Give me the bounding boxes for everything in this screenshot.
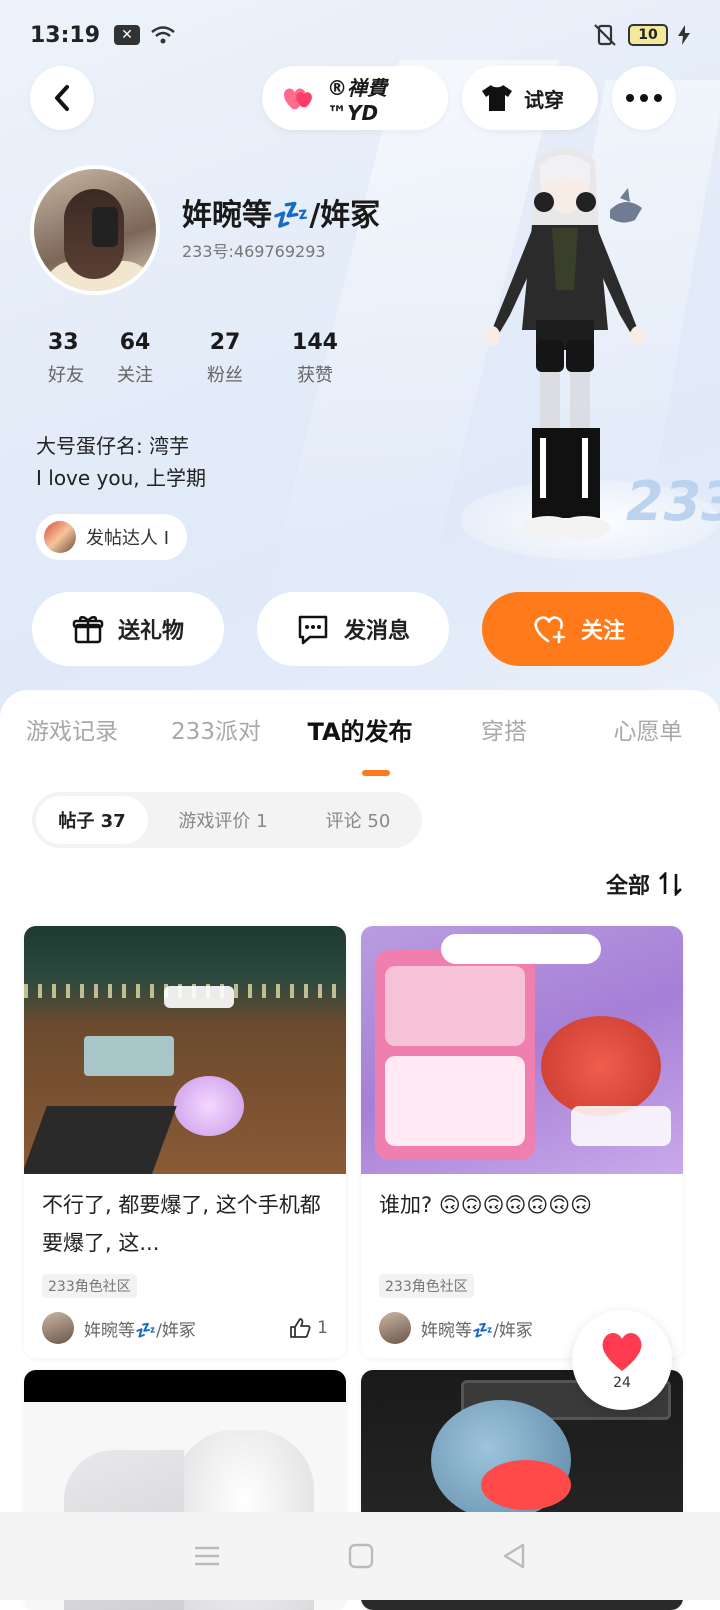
try-on-button[interactable]: 试穿 — [462, 66, 598, 130]
floating-like-count: 24 — [613, 1375, 631, 1391]
badge-label: 发帖达人 I — [86, 528, 170, 549]
status-bar: 13:19 ✕ 10 — [0, 0, 720, 70]
stat-likes[interactable]: 144 获赞 — [270, 330, 360, 387]
partner-badge-button[interactable]: ®禅費™YD — [262, 66, 448, 130]
tab-233-party[interactable]: 233派对 — [144, 710, 288, 754]
home-icon[interactable] — [348, 1543, 374, 1569]
tab-posts[interactable]: TA的发布 — [288, 710, 432, 754]
send-gift-label: 送礼物 — [117, 619, 184, 644]
chat-bubble-icon — [298, 615, 328, 645]
like-count: 1 — [317, 1318, 328, 1338]
post-card[interactable]: 谁加? 🙃🙃🙃🙃🙃🙃🙃 233角色社区 姩晼等💤/姩冢 — [361, 926, 683, 1358]
author-name: 姩晼等💤/姩冢 — [84, 1320, 196, 1341]
username: 姩晼等💤/姩冢 — [182, 198, 381, 233]
tshirt-icon — [482, 85, 512, 111]
achievement-badge[interactable]: 发帖达人 I — [36, 514, 188, 560]
more-options-button[interactable] — [612, 66, 676, 130]
back-arrow-icon — [55, 85, 69, 111]
sort-icon — [659, 872, 682, 896]
tab-wishlist[interactable]: 心愿单 — [576, 710, 720, 754]
bio-line-2: I love you, 上学期 — [36, 466, 207, 490]
send-gift-button[interactable]: 送礼物 — [32, 592, 224, 666]
status-time: 13:19 — [30, 22, 101, 48]
charging-icon — [678, 25, 690, 45]
post-thumbnail — [24, 926, 346, 1174]
back-triangle-icon[interactable] — [501, 1542, 527, 1570]
recent-apps-icon[interactable] — [193, 1545, 221, 1567]
partner-name: ®禅費™YD — [327, 75, 388, 125]
author-name: 姩晼等💤/姩冢 — [421, 1320, 533, 1341]
notification-icon: ✕ — [114, 25, 141, 45]
character-level-badge: 233 — [626, 470, 720, 533]
stat-followers[interactable]: 27 粉丝 — [180, 330, 270, 387]
profile-tabs: 游戏记录 233派对 TA的发布 穿搭 心愿单 — [0, 710, 720, 754]
stat-following[interactable]: 64 关注 — [90, 330, 180, 387]
profile-stats: 33 好友 64 关注 27 粉丝 144 获赞 — [30, 330, 360, 387]
post-community-tag[interactable]: 233角色社区 — [42, 1274, 137, 1298]
heart-plus-icon — [534, 616, 566, 644]
user-avatar[interactable] — [30, 165, 160, 295]
badge-icon — [44, 521, 76, 553]
tab-game-records[interactable]: 游戏记录 — [0, 710, 144, 754]
follow-button[interactable]: 关注 — [482, 592, 674, 666]
active-tab-indicator — [362, 770, 390, 776]
floating-like-button[interactable]: 24 — [572, 1310, 672, 1410]
post-thumbnail — [361, 926, 683, 1174]
double-heart-icon — [283, 88, 312, 110]
sort-filter-button[interactable]: 全部 — [606, 868, 684, 900]
system-nav-bar — [0, 1512, 720, 1600]
send-message-label: 发消息 — [343, 619, 410, 644]
author-avatar — [42, 1312, 74, 1344]
user-id[interactable]: 233号:469769293 — [182, 238, 326, 262]
heart-icon — [602, 1333, 642, 1371]
wifi-icon — [151, 26, 175, 44]
post-title: 谁加? 🙃🙃🙃🙃🙃🙃🙃 — [379, 1193, 593, 1217]
post-card[interactable]: 不行了, 都要爆了, 这个手机都要爆了, 这... 233角色社区 姩晼等💤/姩… — [24, 926, 346, 1358]
post-author[interactable]: 姩晼等💤/姩冢 1 — [24, 1298, 346, 1358]
segment-comments[interactable]: 评论 50 — [298, 796, 418, 844]
follow-label: 关注 — [580, 619, 625, 644]
post-type-segment: 帖子 37 游戏评价 1 评论 50 — [32, 792, 422, 848]
back-button[interactable] — [30, 66, 94, 130]
thumbs-up-icon — [290, 1318, 311, 1338]
mute-vibrate-icon — [594, 24, 616, 46]
content-panel: 游戏记录 233派对 TA的发布 穿搭 心愿单 帖子 37 游戏评价 1 评论 … — [0, 690, 720, 1610]
post-title: 不行了, 都要爆了, 这个手机都要爆了, 这... — [42, 1193, 321, 1255]
segment-posts[interactable]: 帖子 37 — [36, 796, 148, 844]
gift-icon — [72, 616, 104, 644]
segment-game-reviews[interactable]: 游戏评价 1 — [148, 796, 298, 844]
try-on-label: 试穿 — [524, 87, 564, 112]
post-community-tag[interactable]: 233角色社区 — [379, 1274, 474, 1298]
send-message-button[interactable]: 发消息 — [257, 592, 449, 666]
stat-friends[interactable]: 33 好友 — [30, 330, 90, 387]
sort-label: 全部 — [605, 874, 650, 899]
bio-line-1: 大号蛋仔名: 湾芋 — [36, 434, 190, 458]
battery-indicator: 10 — [628, 24, 668, 46]
author-avatar — [379, 1312, 411, 1344]
user-bio: 大号蛋仔名: 湾芋 I love you, 上学期 — [36, 430, 206, 494]
post-like-button[interactable]: 1 — [289, 1317, 328, 1339]
more-dots-icon — [626, 94, 662, 102]
tab-outfits[interactable]: 穿搭 — [432, 710, 576, 754]
